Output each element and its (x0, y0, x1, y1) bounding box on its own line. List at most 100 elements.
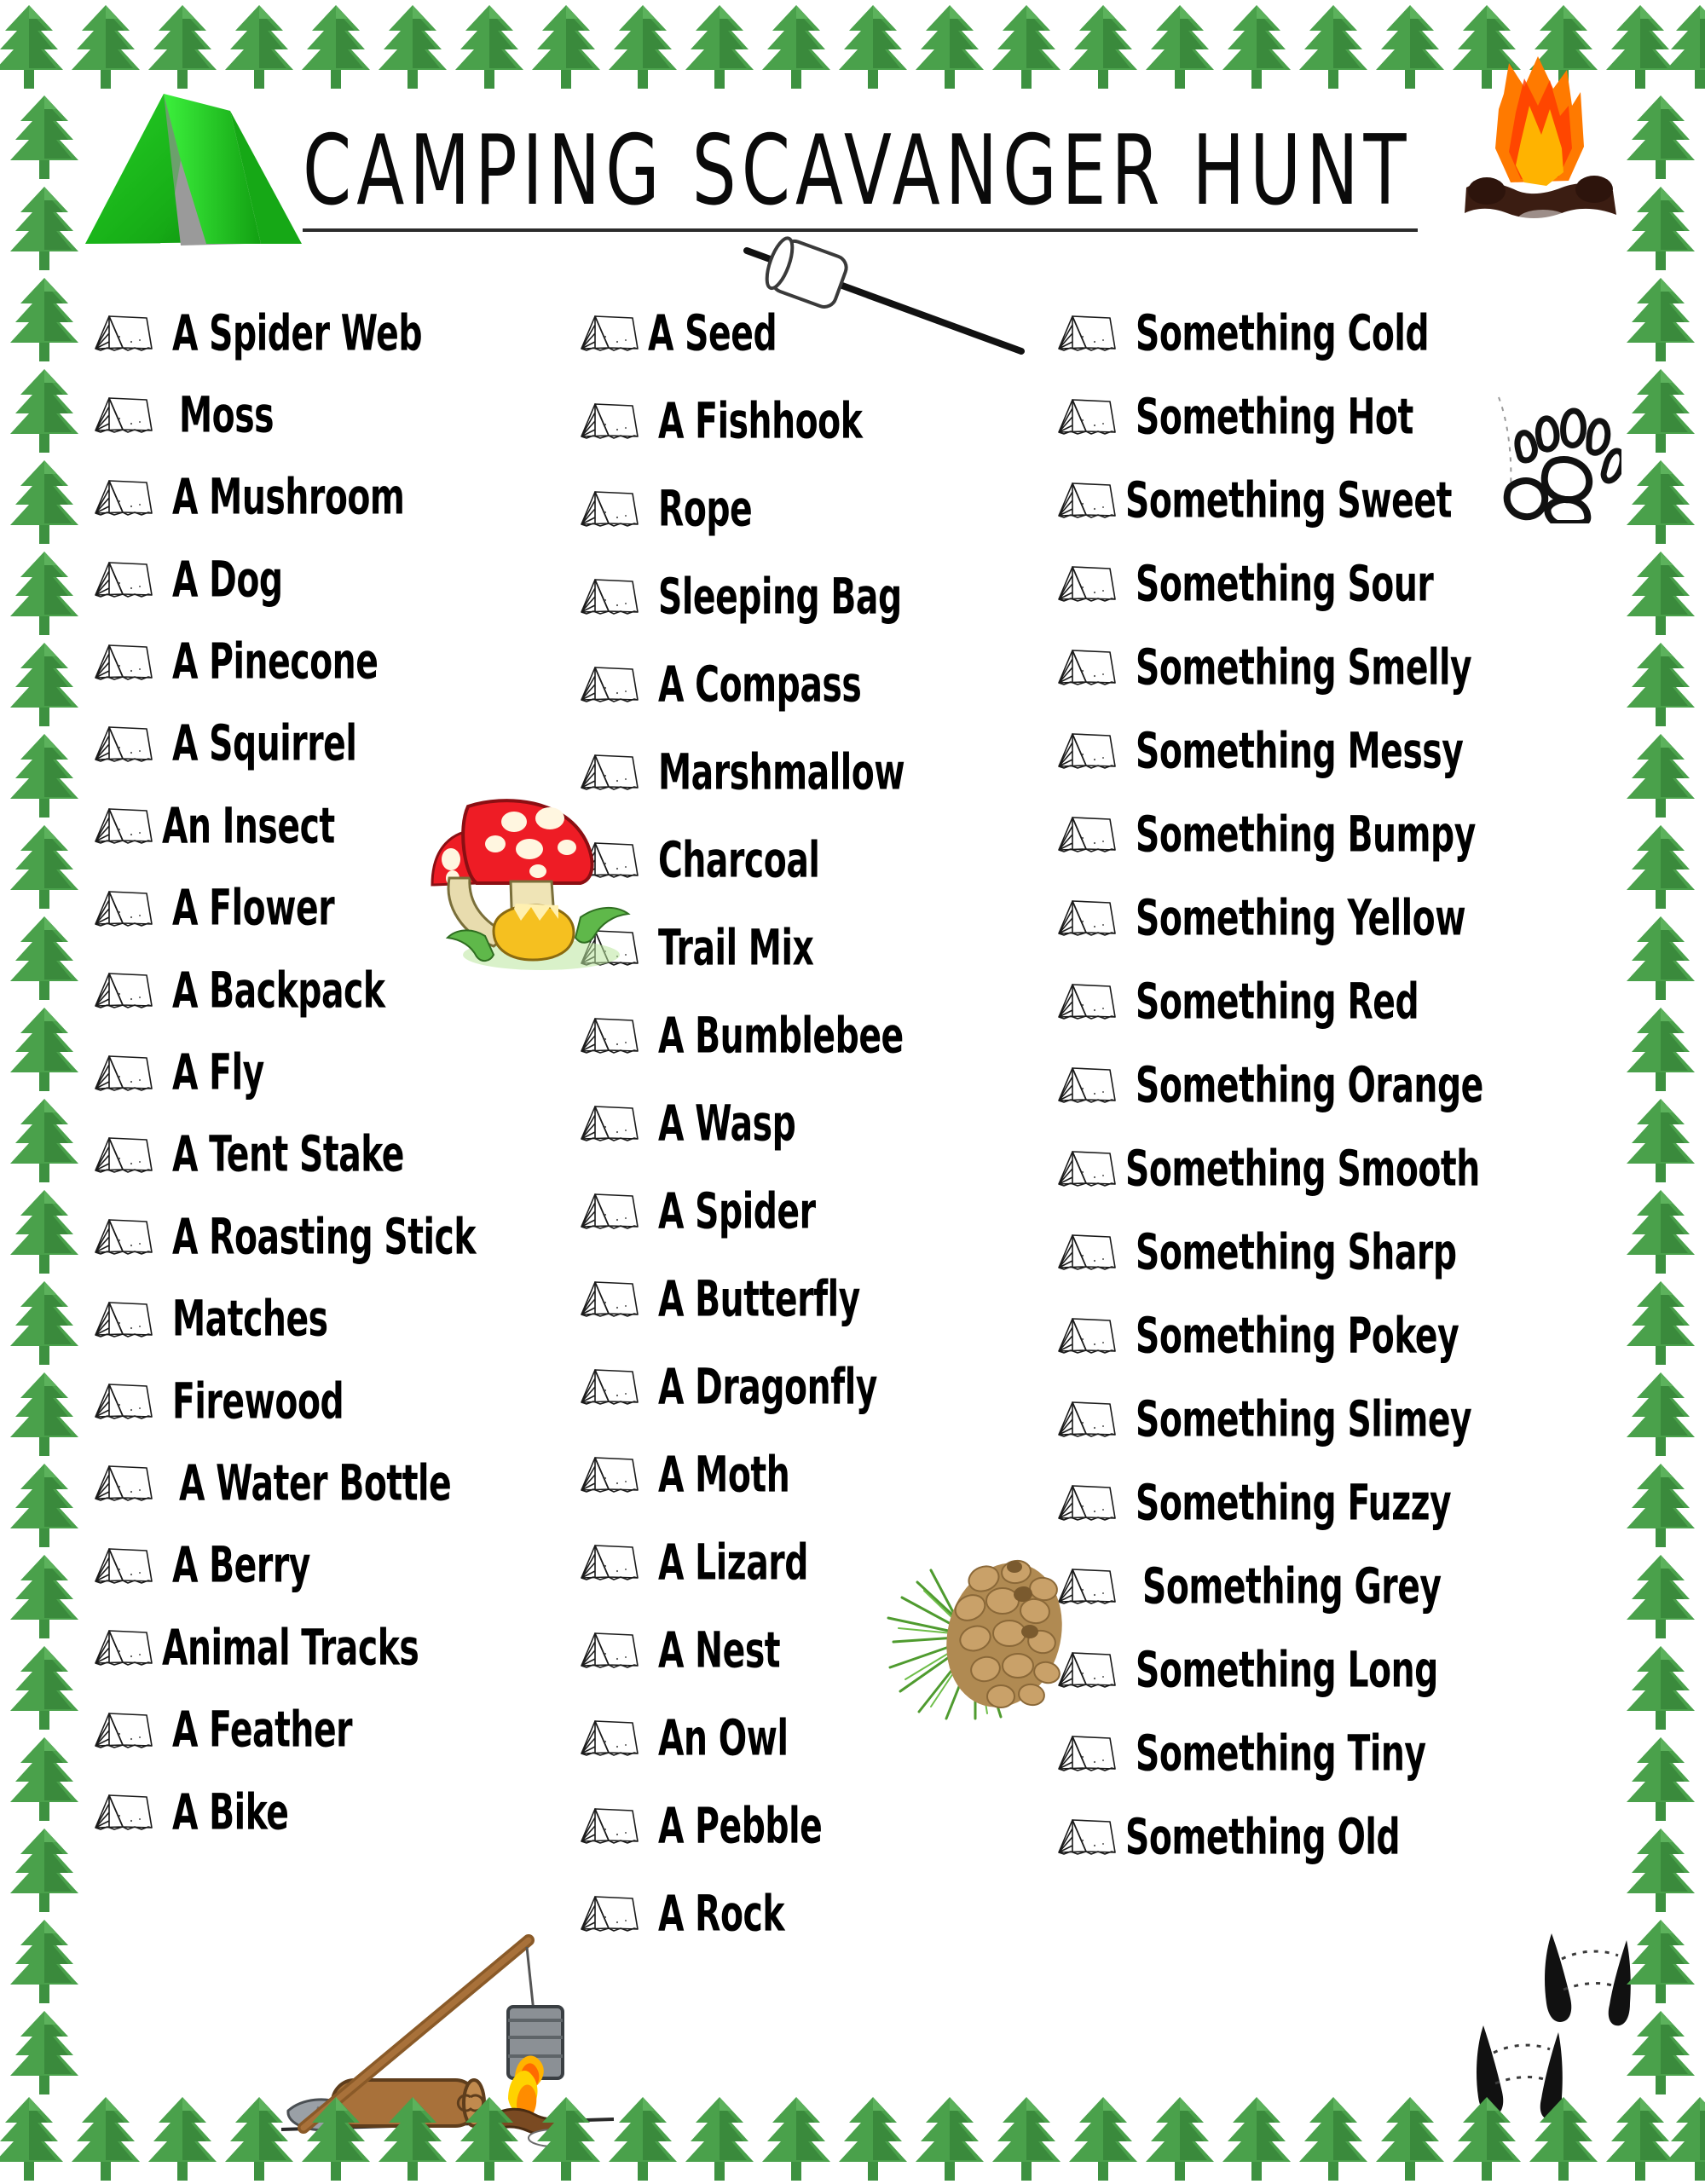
tent-checkbox-icon[interactable] (94, 1053, 155, 1094)
tent-checkbox-icon[interactable] (1057, 647, 1118, 688)
list-item-label: A Butterfly (658, 1269, 860, 1329)
tent-checkbox-icon[interactable] (1057, 898, 1118, 939)
list-item[interactable]: A Tent Stake (94, 1129, 571, 1182)
tent-checkbox-icon[interactable] (580, 1279, 641, 1320)
tent-checkbox-icon[interactable] (580, 1806, 641, 1846)
list-item[interactable]: A Pebble (580, 1800, 1040, 1852)
tent-checkbox-icon[interactable] (94, 1710, 155, 1751)
list-item[interactable]: Something Bumpy (1057, 808, 1586, 861)
list-item[interactable]: Something Sharp (1057, 1226, 1586, 1279)
list-item[interactable]: A Pinecone (94, 636, 571, 689)
tent-checkbox-icon[interactable] (1057, 313, 1118, 354)
list-item[interactable]: Something Tiny (1057, 1727, 1586, 1780)
tent-checkbox-icon[interactable] (94, 970, 155, 1011)
list-item-label: A Pinecone (172, 633, 379, 691)
tent-checkbox-icon[interactable] (1057, 1232, 1118, 1273)
list-item[interactable]: Something Fuzzy (1057, 1476, 1586, 1529)
tent-checkbox-icon[interactable] (94, 724, 155, 765)
list-item[interactable]: Something Cold (1057, 307, 1586, 360)
list-item[interactable]: A Bumblebee (580, 1009, 1040, 1062)
list-item[interactable]: Something Sour (1057, 558, 1586, 610)
list-item[interactable]: Something Smooth (1057, 1142, 1586, 1195)
list-item[interactable]: A Bike (94, 1786, 571, 1839)
list-item[interactable]: A Butterfly (580, 1273, 1040, 1326)
list-item[interactable]: Moss (94, 389, 571, 442)
tent-checkbox-icon[interactable] (580, 1191, 641, 1232)
list-item[interactable]: A Berry (94, 1540, 571, 1592)
list-item[interactable]: Something Grey (1057, 1560, 1586, 1613)
tent-checkbox-icon[interactable] (94, 888, 155, 929)
tent-checkbox-icon[interactable] (1057, 1065, 1118, 1106)
list-item[interactable]: A Compass (580, 658, 1040, 711)
list-item[interactable]: A Roasting Stick (94, 1210, 571, 1263)
list-item[interactable]: A Water Bottle (94, 1457, 571, 1510)
list-item-label: Something Messy (1136, 721, 1464, 781)
tent-checkbox-icon[interactable] (94, 1546, 155, 1586)
tent-checkbox-icon[interactable] (580, 664, 641, 705)
tent-checkbox-icon[interactable] (1057, 981, 1118, 1022)
tent-checkbox-icon[interactable] (94, 1627, 155, 1668)
tent-checkbox-icon[interactable] (1057, 1148, 1118, 1189)
list-item[interactable]: Something Pokey (1057, 1309, 1586, 1362)
list-item[interactable]: A Mushroom (94, 471, 571, 524)
tent-checkbox-icon[interactable] (1057, 731, 1118, 771)
list-item[interactable]: A Spider Web (94, 307, 571, 360)
list-item[interactable]: A Fly (94, 1047, 571, 1100)
tent-checkbox-icon[interactable] (94, 642, 155, 683)
list-item[interactable]: Matches (94, 1293, 571, 1346)
tent-checkbox-icon[interactable] (1057, 814, 1118, 855)
list-item[interactable]: Animal Tracks (94, 1621, 571, 1674)
list-item[interactable]: Something Orange (1057, 1059, 1586, 1112)
list-item[interactable]: A Spider (580, 1185, 1040, 1238)
list-item[interactable]: A Dog (94, 553, 571, 606)
list-item[interactable]: A Dragonfly (580, 1361, 1040, 1413)
tent-checkbox-icon[interactable] (1057, 1733, 1118, 1774)
tent-checkbox-icon[interactable] (580, 1366, 641, 1407)
tent-checkbox-icon[interactable] (580, 1718, 641, 1759)
tent-checkbox-icon[interactable] (94, 313, 155, 354)
tent-checkbox-icon[interactable] (580, 1542, 641, 1583)
list-item[interactable]: Something Smelly (1057, 641, 1586, 694)
tent-checkbox-icon[interactable] (580, 313, 641, 354)
list-item-label: Something Old (1125, 1807, 1401, 1867)
tent-checkbox-icon[interactable] (94, 1216, 155, 1257)
tent-checkbox-icon[interactable] (94, 1792, 155, 1833)
list-item[interactable]: Firewood (94, 1375, 571, 1428)
list-item[interactable]: A Fishhook (580, 395, 1040, 448)
list-item[interactable]: A Rock (580, 1887, 1040, 1940)
tent-checkbox-icon[interactable] (94, 806, 155, 846)
list-item[interactable]: A Squirrel (94, 718, 571, 771)
tent-checkbox-icon[interactable] (580, 1630, 641, 1671)
tent-checkbox-icon[interactable] (1057, 480, 1118, 521)
tent-checkbox-icon[interactable] (94, 1299, 155, 1340)
tent-checkbox-icon[interactable] (94, 477, 155, 518)
list-item-label: Sleeping Bag (658, 567, 902, 627)
list-item[interactable]: Something Old (1057, 1811, 1586, 1863)
tent-checkbox-icon[interactable] (580, 576, 641, 617)
list-item[interactable]: A Moth (580, 1448, 1040, 1501)
tent-checkbox-icon[interactable] (580, 488, 641, 529)
tent-checkbox-icon[interactable] (1057, 396, 1118, 437)
tent-checkbox-icon[interactable] (580, 401, 641, 442)
tent-checkbox-icon[interactable] (94, 1135, 155, 1176)
list-item[interactable]: Sleeping Bag (580, 570, 1040, 623)
tent-checkbox-icon[interactable] (94, 395, 155, 436)
tent-checkbox-icon[interactable] (1057, 1315, 1118, 1356)
list-item[interactable]: Something Messy (1057, 725, 1586, 777)
tent-checkbox-icon[interactable] (94, 1463, 155, 1504)
list-item[interactable]: Rope (580, 482, 1040, 535)
list-item[interactable]: Something Yellow (1057, 892, 1586, 945)
tent-checkbox-icon[interactable] (1057, 1817, 1118, 1858)
tent-checkbox-icon[interactable] (1057, 563, 1118, 604)
tent-checkbox-icon[interactable] (94, 1381, 155, 1422)
list-item[interactable]: Something Red (1057, 975, 1586, 1028)
list-item[interactable]: Something Long (1057, 1644, 1586, 1696)
tent-checkbox-icon[interactable] (580, 1015, 641, 1056)
list-item[interactable]: A Wasp (580, 1097, 1040, 1150)
tent-checkbox-icon[interactable] (580, 1454, 641, 1495)
list-item[interactable]: A Feather (94, 1704, 571, 1757)
tent-checkbox-icon[interactable] (580, 1103, 641, 1144)
tent-checkbox-icon[interactable] (1057, 1399, 1118, 1440)
list-item[interactable]: Something Slimey (1057, 1393, 1586, 1446)
tent-checkbox-icon[interactable] (94, 559, 155, 600)
